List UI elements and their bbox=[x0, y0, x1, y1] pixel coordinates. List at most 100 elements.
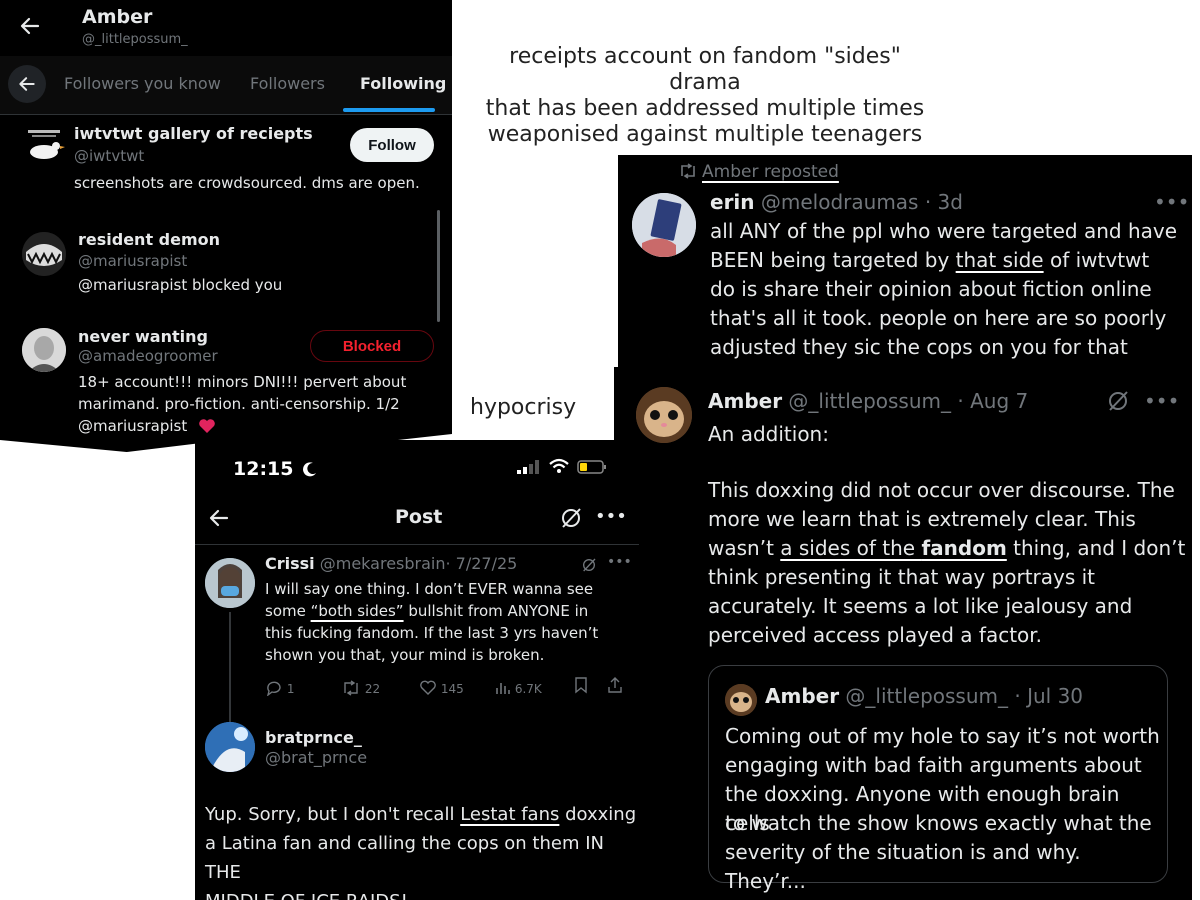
avatar-crissi[interactable] bbox=[205, 558, 255, 608]
heart-outline-icon bbox=[419, 680, 437, 696]
user-handle-iwtvtwt[interactable]: @iwtvtwt bbox=[74, 147, 144, 165]
tweet-time-erin[interactable]: · 3d bbox=[925, 190, 963, 214]
avatar-erin[interactable] bbox=[632, 193, 696, 257]
amber-line-6: perceived access played a factor. bbox=[708, 623, 1043, 647]
repost-count: 22 bbox=[364, 682, 381, 696]
following-panel: Amber @_littlepossum_ Followers you know… bbox=[0, 0, 452, 452]
repost-icon bbox=[341, 680, 361, 696]
more-options-icon[interactable]: ••• bbox=[595, 506, 627, 527]
author-handle-crissi[interactable]: @mekaresbrain bbox=[320, 554, 446, 573]
moon-icon bbox=[302, 461, 318, 477]
tweet-line-2-a: BEEN being targeted by bbox=[710, 248, 956, 272]
avatar-never-wanting[interactable] bbox=[22, 328, 66, 372]
amber-line-4: think presenting it that way portrays it bbox=[708, 565, 1096, 589]
blocked-button[interactable]: Blocked bbox=[310, 330, 434, 362]
like-count: 145 bbox=[440, 682, 464, 696]
quote-line-5: severity of the situation is and why. Th… bbox=[725, 840, 1081, 893]
user-bio-mention[interactable]: @mariusrapist bbox=[78, 417, 187, 435]
avatar-bratprnce[interactable] bbox=[205, 722, 255, 772]
scrollbar[interactable] bbox=[437, 210, 440, 322]
reply-count: 1 bbox=[286, 682, 295, 696]
tweet-line-2: BEEN being targeted by that side of iwtv… bbox=[710, 246, 1149, 275]
grok-icon[interactable] bbox=[559, 506, 583, 530]
reply-action[interactable]: 1 bbox=[265, 680, 294, 696]
author-name-crissi[interactable]: Crissi bbox=[265, 554, 315, 573]
user-handle-never-wanting[interactable]: @amadeogroomer bbox=[78, 347, 218, 365]
status-time-text: 12:15 bbox=[233, 458, 294, 480]
repost-label: Amber reposted bbox=[702, 162, 839, 182]
author-handle-erin[interactable]: @melodraumas bbox=[761, 190, 919, 214]
tweet-line-4: that's all it took. people on here are s… bbox=[710, 306, 1167, 330]
author-name-bratprnce[interactable]: bratprnce_ bbox=[265, 728, 362, 747]
repost-indicator[interactable]: Amber reposted bbox=[678, 162, 839, 182]
author-handle-amber[interactable]: @_littlepossum_ bbox=[788, 389, 951, 413]
grok-icon[interactable] bbox=[1106, 389, 1130, 413]
caption-top: receipts account on fandom "sides" drama… bbox=[470, 44, 940, 148]
avatar-iwtvtwt[interactable] bbox=[22, 128, 66, 164]
views-icon bbox=[495, 680, 511, 696]
status-bar-time: 12:15 bbox=[233, 458, 318, 480]
tab-back-icon[interactable] bbox=[8, 65, 46, 103]
quoted-tweet[interactable]: Amber @_littlepossum_ · Jul 30 Coming ou… bbox=[708, 665, 1168, 893]
amber-line-5: accurately. It seems a lot like jealousy… bbox=[708, 594, 1133, 618]
battery-icon bbox=[577, 460, 607, 474]
amber-line-3-d: thing, and I don’t bbox=[1006, 536, 1186, 560]
quote-header: Amber @_littlepossum_ · Jul 30 bbox=[765, 684, 1083, 708]
back-arrow-icon[interactable] bbox=[207, 506, 231, 530]
user-bio-line-2: marimand. pro-fiction. anti-censorship. … bbox=[78, 395, 400, 413]
back-arrow-icon[interactable] bbox=[18, 14, 42, 38]
follow-button[interactable]: Follow bbox=[350, 128, 434, 162]
author-name-amber[interactable]: Amber bbox=[708, 389, 782, 413]
crissi-line-4: shown you that, your mind is broken. bbox=[265, 646, 545, 664]
crissi-line-2: some “both sides” bullshit from ANYONE i… bbox=[265, 600, 598, 622]
header-divider bbox=[195, 544, 639, 545]
like-action[interactable]: 145 bbox=[419, 680, 464, 696]
grok-small-icon[interactable] bbox=[581, 557, 597, 573]
crissi-line-2-c: bullshit from ANYONE in bbox=[403, 602, 589, 620]
post-time-crissi[interactable]: · 7/27/25 bbox=[446, 554, 518, 573]
views-action[interactable]: 6.7K bbox=[495, 680, 542, 696]
wifi-icon bbox=[549, 458, 569, 474]
crissi-text: I will say one thing. I don’t EVER wanna… bbox=[265, 578, 598, 666]
more-options-small-icon[interactable]: ••• bbox=[607, 554, 632, 570]
caption-hypocrisy: hypocrisy bbox=[470, 395, 577, 420]
post-header-title: Post bbox=[395, 506, 443, 528]
tab-followers-you-know[interactable]: Followers you know bbox=[64, 74, 221, 93]
author-name-erin[interactable]: erin bbox=[710, 190, 755, 214]
quote-time: · Jul 30 bbox=[1014, 684, 1084, 708]
reply-line-2: a Latina fan and calling the cops on the… bbox=[205, 833, 605, 883]
repost-icon bbox=[678, 163, 698, 179]
tweet-header-amber: Amber @_littlepossum_ · Aug 7 bbox=[708, 389, 1028, 413]
user-bio-line-1: 18+ account!!! minors DNI!!! pervert abo… bbox=[78, 373, 407, 391]
repost-action[interactable]: 22 bbox=[341, 680, 380, 696]
user-handle-resident-demon[interactable]: @mariusrapist bbox=[78, 252, 187, 270]
amber-line-3-a: wasn’t bbox=[708, 536, 781, 560]
underlined-sides-of-the-fandom: a sides of the fandom bbox=[780, 536, 1007, 560]
amber-line-3: wasn’t a sides of the fandom thing, and … bbox=[708, 534, 1185, 563]
tweet-time-amber[interactable]: · Aug 7 bbox=[957, 389, 1028, 413]
avatar-amber[interactable] bbox=[636, 387, 692, 443]
more-options-icon[interactable]: ••• bbox=[1144, 389, 1179, 413]
quote-line-1: Coming out of my hole to say it’s not wo… bbox=[725, 724, 1160, 748]
tab-followers[interactable]: Followers bbox=[250, 74, 325, 93]
crissi-line-2-a: some bbox=[265, 602, 311, 620]
profile-handle: @_littlepossum_ bbox=[82, 32, 188, 47]
user-bio-line-3: @mariusrapist bbox=[78, 415, 216, 437]
quote-author: Amber bbox=[765, 684, 840, 708]
more-options-icon[interactable]: ••• bbox=[1154, 190, 1189, 214]
tweet-line-2-c: of iwtvtwt bbox=[1043, 248, 1150, 272]
user-name-never-wanting[interactable]: never wanting bbox=[78, 327, 208, 346]
tab-following[interactable]: Following bbox=[360, 74, 446, 93]
share-icon[interactable] bbox=[607, 676, 623, 694]
user-name-resident-demon[interactable]: resident demon bbox=[78, 230, 220, 249]
reply-line-1-a: Yup. Sorry, but I don't recall bbox=[205, 804, 461, 825]
tweet-line-3: do is share their opinion about fiction … bbox=[710, 277, 1152, 301]
amber-line-2: more we learn that is extremely clear. T… bbox=[708, 507, 1136, 531]
amber-line-1: This doxxing did not occur over discours… bbox=[708, 478, 1175, 502]
avatar-resident-demon[interactable] bbox=[22, 232, 66, 276]
views-count: 6.7K bbox=[514, 682, 542, 696]
bookmark-icon[interactable] bbox=[573, 676, 589, 694]
author-handle-bratprnce[interactable]: @brat_prnce bbox=[265, 748, 367, 767]
user-name-iwtvtwt[interactable]: iwtvtwt gallery of reciepts bbox=[74, 124, 313, 143]
reply-text: Yup. Sorry, but I don't recall Lestat fa… bbox=[205, 800, 639, 900]
